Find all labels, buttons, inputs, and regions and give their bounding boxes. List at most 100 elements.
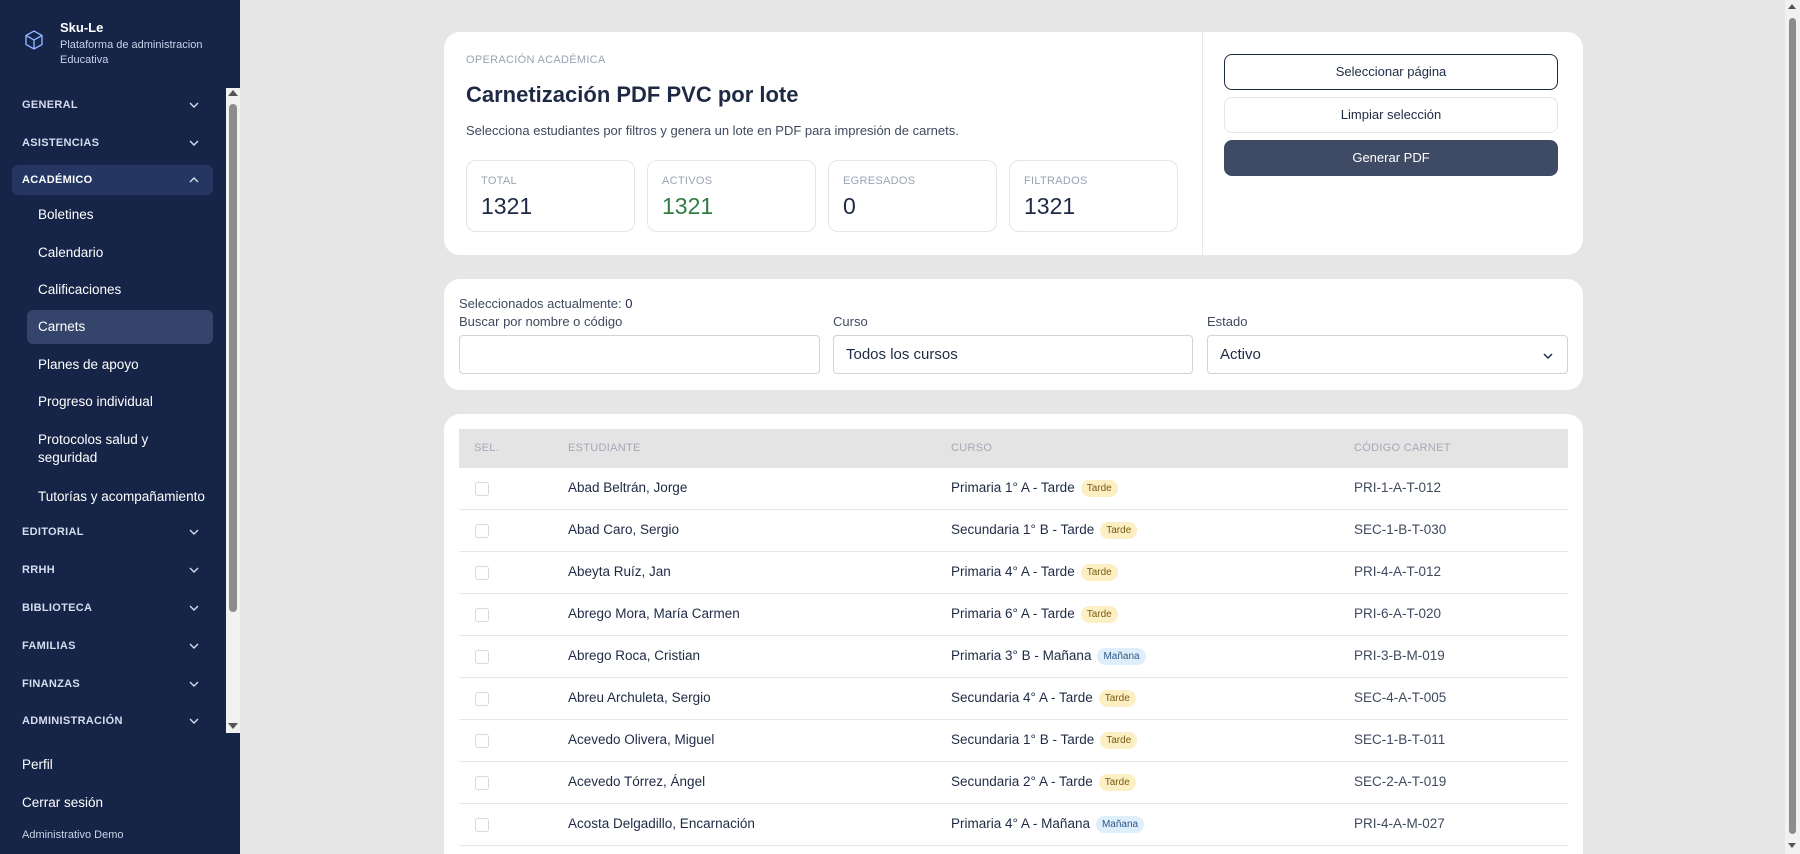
sidebar-group-label: GENERAL (22, 99, 78, 111)
course-name: Primaria 4° A - Mañana (951, 816, 1090, 831)
select-page-button[interactable]: Seleccionar página (1224, 54, 1558, 90)
chevron-down-icon (189, 605, 199, 611)
stat-label: FILTRADOS (1024, 175, 1088, 187)
search-label: Buscar por nombre o código (459, 314, 623, 329)
selection-counter-label: Seleccionados actualmente: (459, 296, 622, 311)
row-checkbox[interactable] (475, 818, 489, 832)
clear-selection-button[interactable]: Limpiar selección (1224, 97, 1558, 133)
course-cell: Secundaria 2° A - Tarde Tarde (951, 774, 1136, 791)
row-checkbox[interactable] (475, 608, 489, 622)
scroll-down-arrow-icon[interactable] (228, 723, 238, 729)
sidebar-group-label: FINANZAS (22, 678, 81, 690)
student-name: Acevedo Tórrez, Ángel (568, 774, 706, 789)
table-row[interactable]: Acevedo Olivera, Miguel Secundaria 1° B -… (459, 720, 1568, 762)
carnet-code: SEC-4-A-T-005 (1354, 690, 1447, 705)
sidebar-item[interactable]: Carnets (27, 310, 213, 344)
sidebar-group[interactable]: ACADÉMICO (12, 165, 213, 195)
course-name: Secundaria 4° A - Tarde (951, 690, 1093, 705)
table-row[interactable]: Abeyta Ruíz, Jan Primaria 4° A - Tarde Tar… (459, 552, 1568, 594)
sidebar-group[interactable]: ASISTENCIAS (12, 128, 213, 158)
sidebar-item[interactable]: Calificaciones (27, 273, 213, 307)
row-checkbox[interactable] (475, 650, 489, 664)
selection-counter-value: 0 (625, 296, 633, 311)
sidebar-group[interactable]: ADMINISTRACIÓN (12, 706, 213, 733)
table-row[interactable]: Acosta Delgadillo, Encarnación Primaria 4… (459, 804, 1568, 846)
sidebar-item[interactable]: Protocolos salud y seguridad (27, 423, 213, 475)
carnet-code: PRI-1-A-T-012 (1354, 480, 1442, 495)
section-eyebrow: OPERACIÓN ACADÉMICA (466, 54, 606, 66)
row-checkbox[interactable] (475, 482, 489, 496)
student-name: Acosta Delgadillo, Encarnación (568, 816, 755, 831)
shift-badge: Tarde (1100, 522, 1138, 539)
brand-subtitle: Plataforma de administracion Educativa (60, 39, 203, 66)
sidebar-item[interactable]: Calendario (27, 236, 213, 270)
sidebar-item-label: Tutorías y acompañamiento (38, 489, 205, 504)
brand-name: Sku-Le (60, 20, 104, 35)
sidebar-group[interactable]: RRHH (12, 555, 213, 585)
chevron-down-icon (189, 102, 199, 108)
col-header-sel: SEL. (474, 442, 500, 454)
generate-pdf-button[interactable]: Generar PDF (1224, 140, 1558, 176)
chevron-down-icon (189, 140, 199, 146)
row-checkbox[interactable] (475, 566, 489, 580)
student-name: Acevedo Olivera, Miguel (568, 732, 715, 747)
carnet-code: SEC-1-B-T-030 (1354, 522, 1447, 537)
course-cell: Secundaria 1° B - Tarde Tarde (951, 522, 1138, 539)
page-scroll-down-icon[interactable] (1788, 843, 1796, 848)
student-name: Abad Beltrán, Jorge (568, 480, 688, 495)
shift-badge: Tarde (1080, 606, 1118, 623)
carnet-code: PRI-4-A-T-012 (1354, 564, 1442, 579)
sidebar-group[interactable]: BIBLIOTECA (12, 593, 213, 623)
sidebar-nav[interactable]: GENERAL ASISTENCIAS ACADÉMICO Boletines Cale… (0, 88, 240, 733)
table-row[interactable]: Abreu Archuleta, Sergio Secundaria 4° A -… (459, 678, 1568, 720)
table-row[interactable]: Abad Beltrán, Jorge Primaria 1° A - Tarde… (459, 468, 1568, 510)
row-checkbox[interactable] (475, 692, 489, 706)
sidebar-group[interactable]: FINANZAS (12, 669, 213, 699)
course-name: Secundaria 1° B - Tarde (951, 732, 1095, 747)
brand[interactable]: Sku-Le Plataforma de administracion Educ… (22, 20, 222, 70)
row-checkbox[interactable] (475, 776, 489, 790)
scroll-up-arrow-icon[interactable] (228, 90, 238, 96)
header-card: OPERACIÓN ACADÉMICA Carnetización PDF PV… (444, 32, 1583, 255)
sidebar-item[interactable]: Planes de apoyo (27, 348, 213, 382)
status-select[interactable]: Activo (1207, 335, 1568, 374)
sidebar-scrollbar-thumb[interactable] (229, 104, 237, 612)
search-input[interactable] (459, 335, 820, 374)
row-checkbox[interactable] (475, 524, 489, 538)
stat-label: TOTAL (481, 175, 517, 187)
divider (1202, 32, 1203, 255)
shift-badge: Tarde (1080, 480, 1118, 497)
sidebar-group[interactable]: FAMILIAS (12, 631, 213, 661)
shift-badge: Mañana (1095, 816, 1145, 833)
sidebar-item[interactable]: Tutorías y acompañamiento (27, 480, 213, 514)
sidebar-item[interactable]: Boletines (27, 198, 213, 232)
row-checkbox[interactable] (475, 734, 489, 748)
stat-filtered: FILTRADOS 1321 (1009, 160, 1178, 232)
sidebar: Sku-Le Plataforma de administracion Educ… (0, 0, 240, 854)
chevron-down-icon (189, 718, 199, 724)
student-name: Abreu Archuleta, Sergio (568, 690, 711, 705)
table-row[interactable]: Abad Caro, Sergio Secundaria 1° B - Tarde… (459, 510, 1568, 552)
sidebar-group[interactable]: EDITORIAL (12, 517, 213, 547)
stat-label: EGRESADOS (843, 175, 916, 187)
sidebar-group[interactable]: GENERAL (12, 90, 213, 120)
course-cell: Secundaria 4° A - Tarde Tarde (951, 690, 1136, 707)
page-scrollbar-thumb[interactable] (1789, 18, 1796, 834)
course-cell: Primaria 1° A - Tarde Tarde (951, 480, 1118, 497)
profile-link[interactable]: Perfil (22, 757, 53, 772)
course-cell: Secundaria 1° B - Tarde Tarde (951, 732, 1138, 749)
table-row[interactable]: Acevedo Tórrez, Ángel Secundaria 2° A - T… (459, 762, 1568, 804)
table-row[interactable]: Abrego Roca, Cristian Primaria 3° B - Mañ… (459, 636, 1568, 678)
col-header-course: CURSO (951, 442, 993, 454)
sidebar-item-label: Calendario (38, 245, 104, 260)
logout-link[interactable]: Cerrar sesión (22, 795, 103, 810)
sidebar-item-label: Calificaciones (38, 282, 122, 297)
sidebar-item[interactable]: Progreso individual (27, 385, 213, 419)
table-row[interactable]: Abrego Mora, María Carmen Primaria 6° A -… (459, 594, 1568, 636)
page-scroll-up-icon[interactable] (1788, 4, 1796, 9)
col-header-code: CÓDIGO CARNET (1354, 442, 1451, 454)
current-user: Administrativo Demo (22, 829, 124, 841)
sidebar-group-label: BIBLIOTECA (22, 602, 93, 614)
sidebar-footer: Perfil Cerrar sesión Administrativo Demo (0, 733, 240, 854)
course-select[interactable]: Todos los cursos (833, 335, 1193, 374)
